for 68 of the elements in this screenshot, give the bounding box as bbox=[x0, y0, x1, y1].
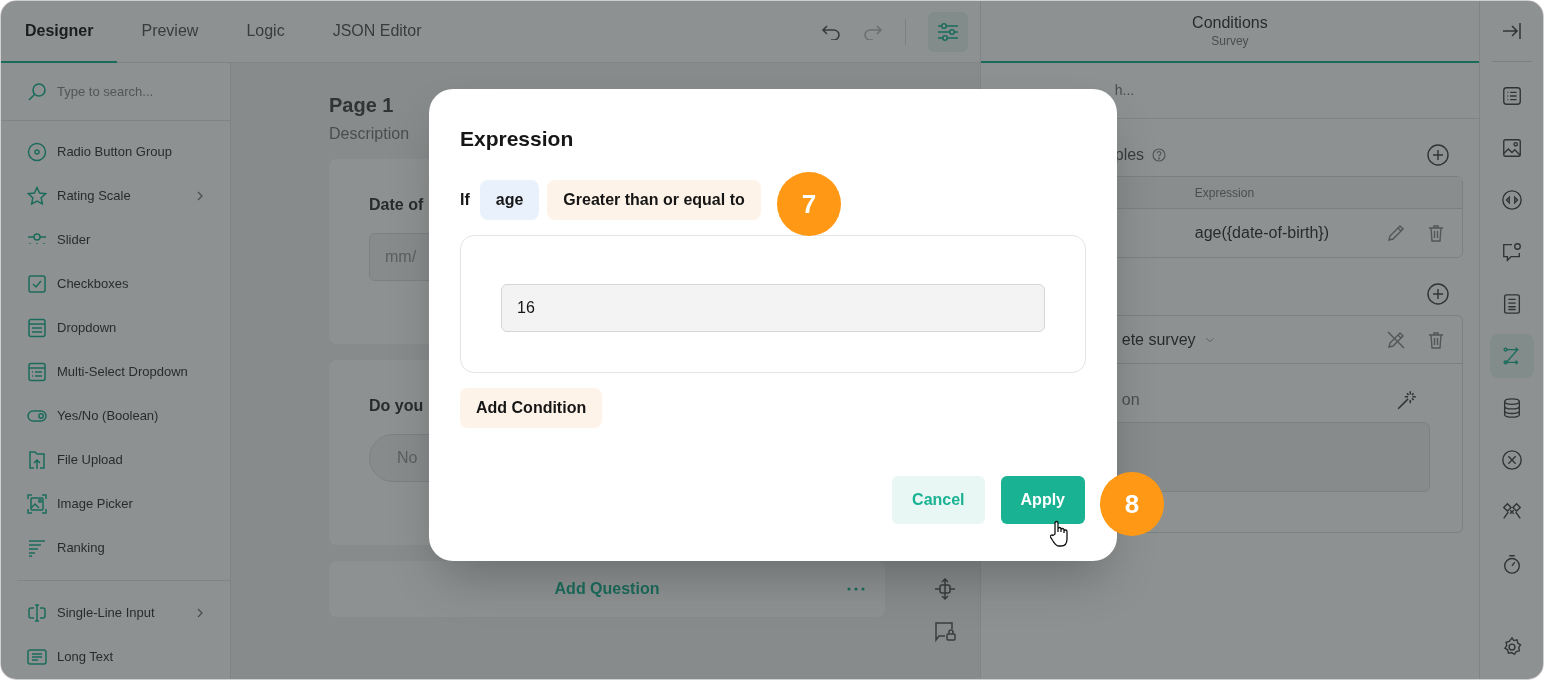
upload-icon bbox=[27, 450, 47, 470]
add-icon[interactable] bbox=[1427, 144, 1450, 166]
search-field[interactable]: h... bbox=[1114, 80, 1315, 101]
toolbox-item[interactable]: Yes/No (Boolean) bbox=[1, 394, 230, 438]
radio-button-icon bbox=[27, 142, 47, 162]
move-icon[interactable] bbox=[933, 577, 957, 601]
collapse-panel-icon[interactable] bbox=[1501, 22, 1522, 40]
tab[interactable]: Designer bbox=[1, 1, 118, 63]
tab[interactable]: Preview bbox=[117, 1, 223, 63]
table-cell-text: age({date-of-birth}) bbox=[1194, 223, 1331, 243]
add-condition-button[interactable]: Add Condition bbox=[460, 388, 603, 428]
toolbox-item[interactable]: Ranking bbox=[1, 526, 230, 570]
page-description: Description bbox=[329, 124, 410, 144]
code-icon bbox=[1500, 189, 1523, 211]
toolbox-item[interactable]: Single-Line Input bbox=[1, 591, 230, 635]
trigger-type[interactable]: ete survey bbox=[1121, 327, 1196, 352]
star-icon bbox=[27, 186, 47, 206]
panel-title: Conditions bbox=[1192, 13, 1268, 33]
page-title: Page 1 bbox=[329, 93, 395, 118]
locked-comment-icon[interactable] bbox=[933, 619, 957, 643]
operator-chip[interactable]: Greater than or equal to bbox=[547, 180, 761, 220]
tab[interactable]: Logic bbox=[222, 1, 309, 63]
undo-icon[interactable] bbox=[820, 23, 841, 40]
long-text-icon bbox=[27, 647, 47, 667]
magic-wand-icon[interactable] bbox=[1396, 389, 1419, 411]
dialog-title: Expression bbox=[460, 126, 575, 152]
toolbox-item[interactable]: File Upload bbox=[1, 438, 230, 482]
ranking-icon bbox=[27, 538, 47, 558]
side-tab[interactable] bbox=[1489, 334, 1534, 378]
checkbox-icon bbox=[27, 274, 47, 294]
image-icon bbox=[27, 494, 47, 514]
question-title: Do you bbox=[369, 396, 424, 416]
more-icon[interactable] bbox=[847, 587, 865, 591]
chevron-right-icon[interactable] bbox=[196, 607, 204, 619]
toolbox-item[interactable]: Image Picker bbox=[1, 482, 230, 526]
question-title: Date of bbox=[369, 195, 424, 215]
pointer-cursor-icon bbox=[1050, 520, 1070, 548]
error-circle-icon bbox=[1500, 449, 1523, 471]
image-icon bbox=[1500, 137, 1523, 159]
dropdown-icon bbox=[27, 318, 47, 338]
list-box-icon bbox=[27, 362, 47, 382]
comment-gear-icon bbox=[1500, 241, 1523, 263]
toolbox-item[interactable]: Multi-Select Dropdown bbox=[1, 350, 230, 394]
cancel-button[interactable]: Cancel bbox=[892, 476, 985, 524]
toolbox-item[interactable]: Radio Button Group bbox=[1, 130, 230, 174]
tab[interactable]: JSON Editor bbox=[308, 1, 446, 63]
pencil-off-icon[interactable] bbox=[1386, 329, 1407, 350]
field-label: on bbox=[1121, 390, 1140, 410]
toolbox-item[interactable]: Rating Scale bbox=[1, 174, 230, 218]
panel-subtitle: Survey bbox=[1211, 33, 1249, 49]
apply-button[interactable]: Apply bbox=[1000, 476, 1085, 524]
list-icon bbox=[1500, 85, 1523, 107]
help-icon bbox=[1152, 148, 1167, 162]
search-icon bbox=[27, 81, 47, 102]
toolbox-item[interactable]: Checkboxes bbox=[1, 262, 230, 306]
operand-chip[interactable]: age bbox=[479, 180, 540, 220]
chevron-right-icon[interactable] bbox=[196, 190, 204, 202]
text-input-icon bbox=[27, 603, 47, 623]
toolbox-item[interactable]: Long Text bbox=[1, 635, 230, 679]
column-header: Expression bbox=[1194, 184, 1255, 202]
sliders-icon bbox=[936, 21, 959, 42]
add-icon[interactable] bbox=[1427, 283, 1450, 305]
if-label: If bbox=[460, 190, 470, 210]
toolbox-item[interactable]: Slider bbox=[1, 218, 230, 262]
toolbox-item[interactable]: Dropdown bbox=[1, 306, 230, 350]
settings-button[interactable] bbox=[927, 11, 968, 52]
search-field[interactable]: Type to search... bbox=[57, 81, 204, 102]
value-field[interactable]: 16 bbox=[501, 284, 1045, 332]
